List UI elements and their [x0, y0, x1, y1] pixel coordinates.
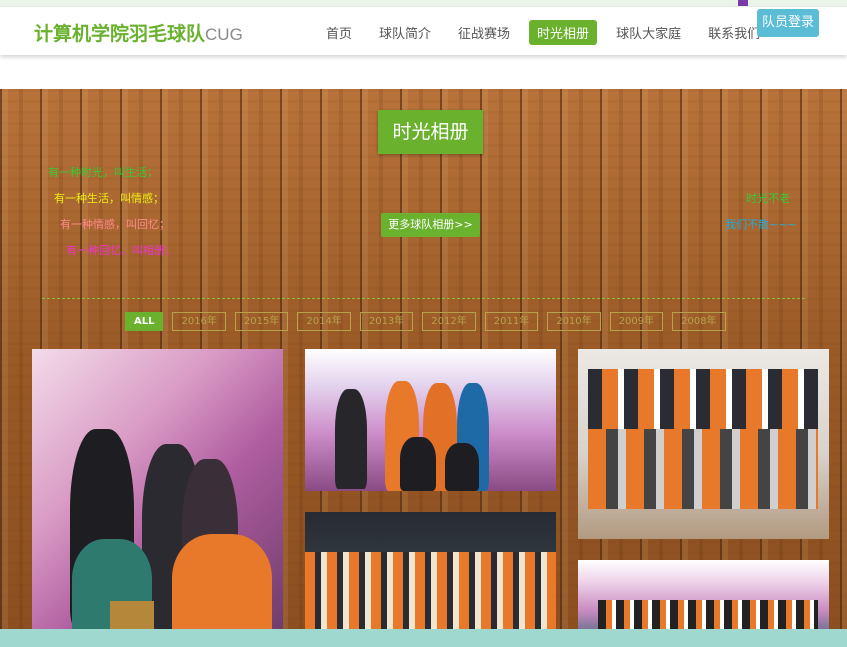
site-header: 计算机学院羽毛球队CUG 首页 球队简介 征战赛场 时光相册 球队大家庭 联系我…	[0, 7, 847, 55]
album-photo[interactable]	[305, 512, 556, 629]
filter-2008[interactable]: 2008年	[672, 312, 726, 331]
member-login-button[interactable]: 队员登录	[757, 9, 819, 37]
photo-group	[305, 552, 556, 629]
album-photo[interactable]	[305, 349, 556, 491]
nav-home[interactable]: 首页	[318, 20, 360, 45]
album-title: 时光相册	[378, 110, 483, 154]
photo-group	[588, 429, 818, 509]
brand-suffix: CUG	[205, 25, 243, 44]
poem-right-line-2: 我们不散~~~	[725, 218, 797, 231]
filter-2014[interactable]: 2014年	[297, 312, 351, 331]
filter-all[interactable]: ALL	[125, 312, 164, 331]
filter-2009[interactable]: 2009年	[609, 312, 664, 331]
album-section: 时光相册 有一种时光，叫生活； 有一种生活，叫情感； 有一种情感，叫回忆； 有一…	[0, 89, 847, 629]
poem-left-line-1: 有一种时光，叫生活；	[48, 166, 158, 179]
year-filter-bar: ALL 2016年 2015年 2014年 2013年 2012年 2011年 …	[125, 312, 726, 331]
nav-team-family[interactable]: 球队大家庭	[608, 20, 689, 45]
filter-2015[interactable]: 2015年	[234, 312, 289, 331]
nav-competitions[interactable]: 征战赛场	[450, 20, 518, 45]
filter-2013[interactable]: 2013年	[359, 312, 414, 331]
top-strip	[0, 0, 847, 7]
previous-section-edge	[0, 55, 847, 89]
filter-2012[interactable]: 2012年	[422, 312, 476, 331]
trophy-plaque	[110, 601, 154, 629]
more-albums-button[interactable]: 更多球队相册>>	[381, 213, 480, 237]
photo-figure	[335, 389, 367, 489]
section-divider	[42, 298, 805, 299]
poem-left-line-3: 有一种情感，叫回忆；	[60, 218, 170, 231]
main-nav: 首页 球队简介 征战赛场 时光相册 球队大家庭 联系我们	[318, 20, 779, 45]
photo-figure	[172, 534, 272, 629]
album-photo[interactable]	[32, 349, 283, 629]
album-photo[interactable]	[578, 349, 829, 539]
decorative-square	[738, 0, 748, 6]
poem-left-line-4: 有一种回忆，叫相册；	[66, 244, 176, 257]
poem-left-line-2: 有一种生活，叫情感；	[54, 192, 164, 205]
poem-right-line-1: 时光不老	[746, 192, 790, 205]
album-photo[interactable]	[578, 560, 829, 629]
filter-2010[interactable]: 2010年	[547, 312, 601, 331]
brand-name: 计算机学院羽毛球队	[34, 23, 206, 45]
site-logo[interactable]: 计算机学院羽毛球队CUG	[34, 19, 243, 46]
photo-figure	[445, 443, 479, 491]
photo-figure	[400, 437, 436, 491]
nav-team-intro[interactable]: 球队简介	[371, 20, 439, 45]
filter-2016[interactable]: 2016年	[172, 312, 226, 331]
nav-album[interactable]: 时光相册	[529, 20, 598, 45]
filter-2011[interactable]: 2011年	[484, 312, 539, 331]
photo-group	[598, 600, 818, 629]
footer-strip	[0, 629, 847, 647]
